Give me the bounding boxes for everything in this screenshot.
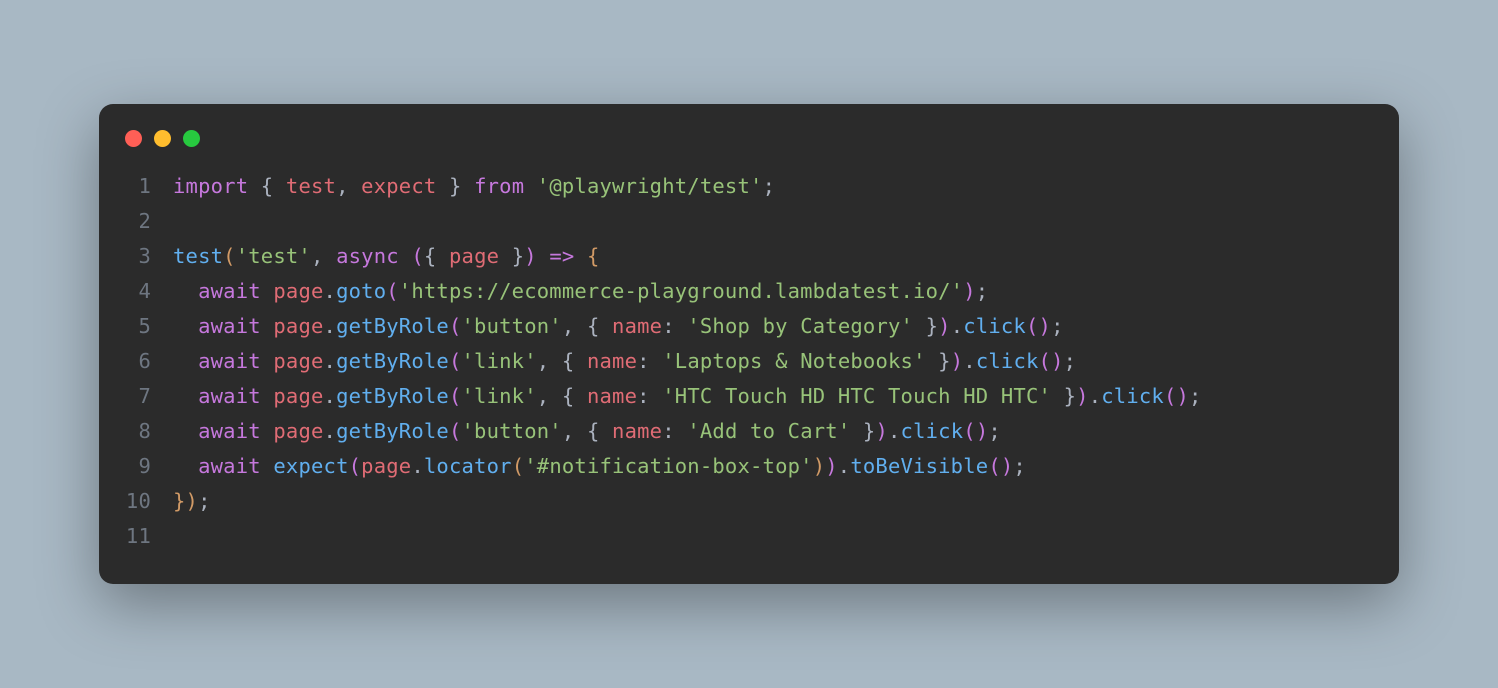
code-line: 6 await page.getByRole('link', { name: '… bbox=[125, 344, 1373, 379]
window-titlebar bbox=[99, 124, 1399, 169]
line-content: import { test, expect } from '@playwrigh… bbox=[173, 169, 775, 204]
close-icon[interactable] bbox=[125, 130, 142, 147]
code-line: 5 await page.getByRole('button', { name:… bbox=[125, 309, 1373, 344]
line-content: await expect(page.locator('#notification… bbox=[173, 449, 1026, 484]
minimize-icon[interactable] bbox=[154, 130, 171, 147]
line-number: 10 bbox=[125, 484, 173, 519]
maximize-icon[interactable] bbox=[183, 130, 200, 147]
code-line: 2 bbox=[125, 204, 1373, 239]
line-number: 3 bbox=[125, 239, 173, 274]
line-content: await page.getByRole('link', { name: 'HT… bbox=[173, 379, 1202, 414]
line-number: 9 bbox=[125, 449, 173, 484]
line-number: 11 bbox=[125, 519, 173, 554]
line-number: 8 bbox=[125, 414, 173, 449]
code-window: 1 import { test, expect } from '@playwri… bbox=[99, 104, 1399, 584]
code-line: 10 }); bbox=[125, 484, 1373, 519]
line-number: 7 bbox=[125, 379, 173, 414]
code-line: 9 await expect(page.locator('#notificati… bbox=[125, 449, 1373, 484]
line-content: test('test', async ({ page }) => { bbox=[173, 239, 600, 274]
line-content: await page.getByRole('link', { name: 'La… bbox=[173, 344, 1076, 379]
code-line: 1 import { test, expect } from '@playwri… bbox=[125, 169, 1373, 204]
code-line: 4 await page.goto('https://ecommerce-pla… bbox=[125, 274, 1373, 309]
code-line: 11 bbox=[125, 519, 1373, 554]
code-editor: 1 import { test, expect } from '@playwri… bbox=[99, 169, 1399, 554]
line-number: 6 bbox=[125, 344, 173, 379]
line-number: 4 bbox=[125, 274, 173, 309]
line-number: 1 bbox=[125, 169, 173, 204]
line-content: await page.goto('https://ecommerce-playg… bbox=[173, 274, 988, 309]
code-line: 7 await page.getByRole('link', { name: '… bbox=[125, 379, 1373, 414]
line-number: 5 bbox=[125, 309, 173, 344]
code-line: 8 await page.getByRole('button', { name:… bbox=[125, 414, 1373, 449]
line-content: }); bbox=[173, 484, 211, 519]
line-content: await page.getByRole('button', { name: '… bbox=[173, 309, 1064, 344]
line-number: 2 bbox=[125, 204, 173, 239]
line-content: await page.getByRole('button', { name: '… bbox=[173, 414, 1001, 449]
code-line: 3 test('test', async ({ page }) => { bbox=[125, 239, 1373, 274]
